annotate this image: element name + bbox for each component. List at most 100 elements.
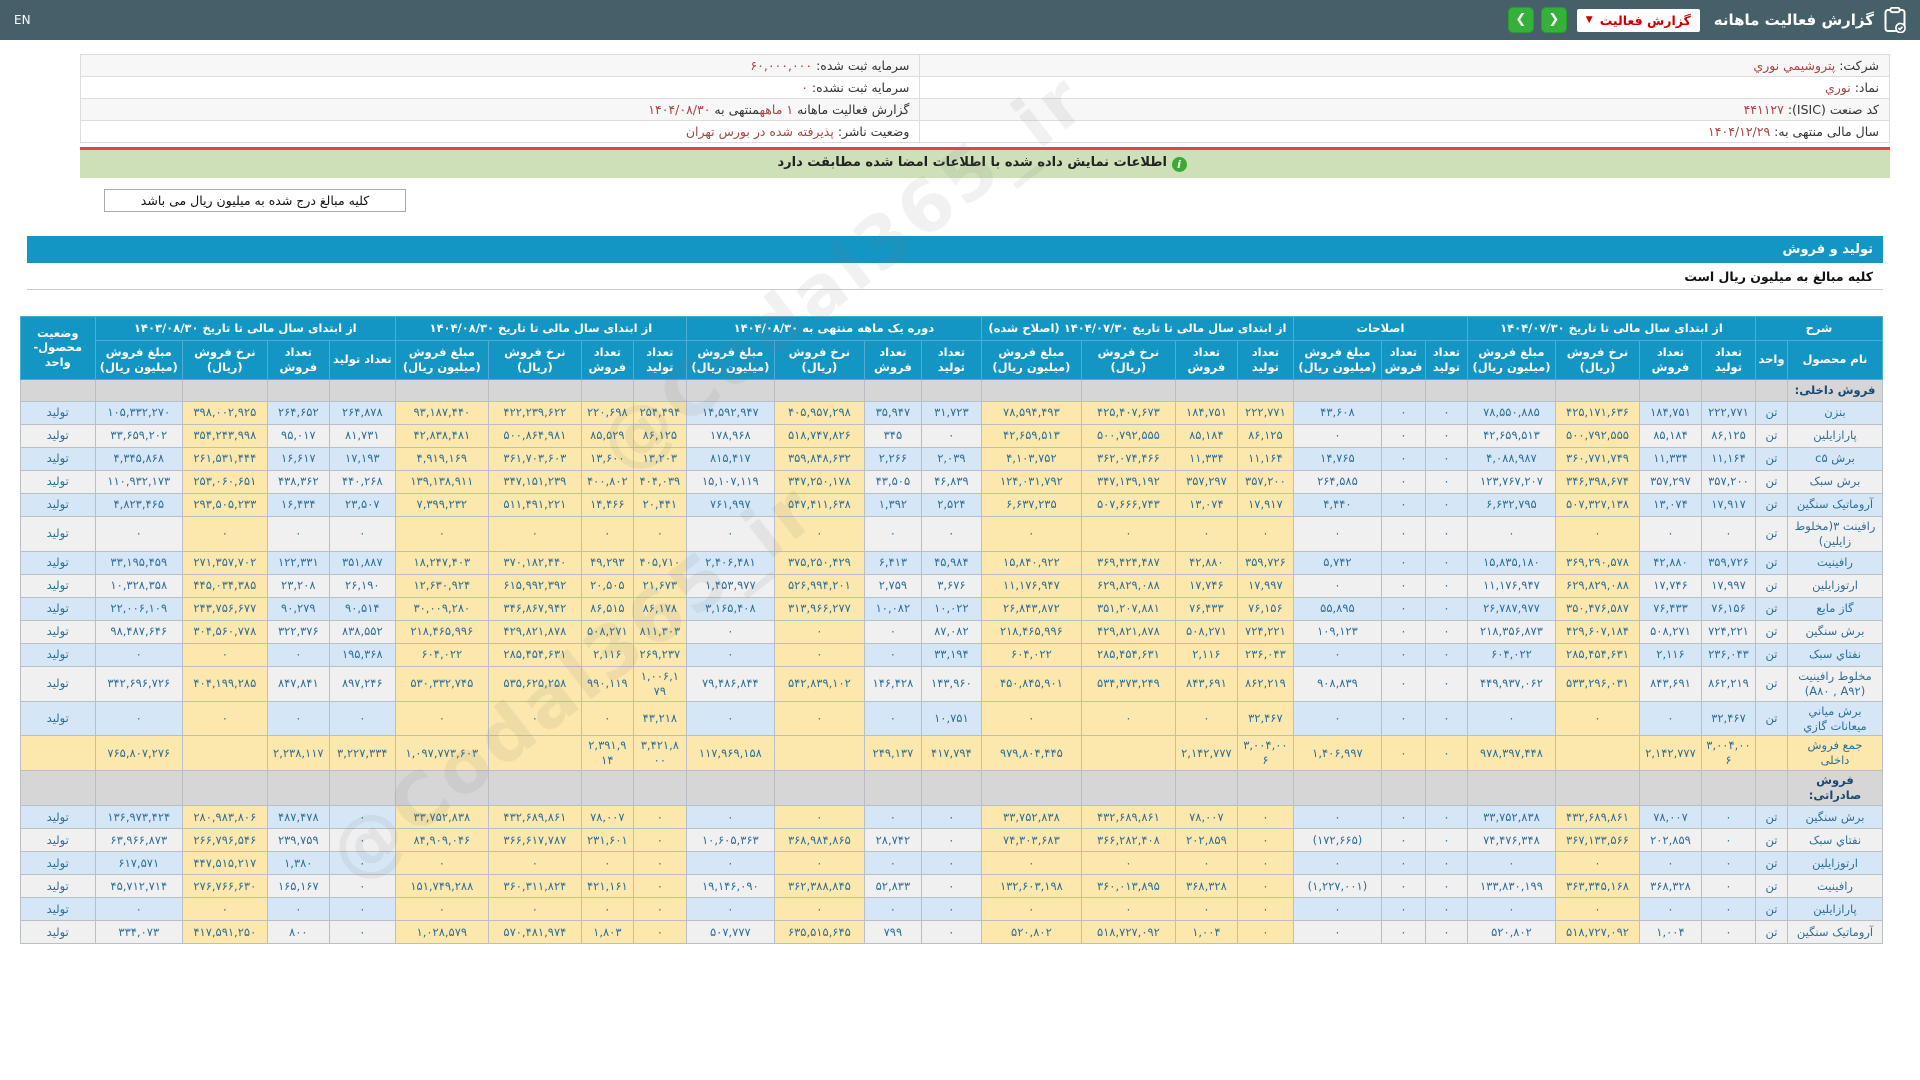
value-cell-g3-produced: ۰ <box>1236 851 1294 876</box>
value-cell-g1-sold: ۴۲,۸۸۰ <box>1638 550 1702 575</box>
report-type-dropdown[interactable]: گزارش فعالیت ▼ <box>1576 8 1700 32</box>
value-cell-g3-amount: ۴۵۰,۸۴۵,۹۰۱ <box>980 665 1082 702</box>
section-empty-cell <box>980 770 1082 807</box>
section-empty-cell <box>1466 770 1556 807</box>
column-header-g3-amount: مبلغ فروش (میلیون ریال) <box>980 339 1082 380</box>
info-value: ۱۴۰۴/۱۲/۲۹ <box>1708 124 1771 139</box>
column-group-g2: اصلاحات <box>1292 316 1468 341</box>
value-cell-g1-sold: ۲,۱۴۲,۷۷۷ <box>1638 735 1702 772</box>
section-empty-cell <box>394 770 489 807</box>
value-cell-g4-rate: ۴۰۵,۹۵۷,۲۹۸ <box>773 400 865 425</box>
value-cell-g6-sold: ۱,۳۸۰ <box>266 851 330 876</box>
value-cell-g4-amount: ۷۶۱,۹۹۷ <box>685 492 775 517</box>
value-cell-g6-produced: ۱۹۵,۳۶۸ <box>328 642 396 667</box>
column-header-g2-amount: مبلغ فروش (میلیون ریال) <box>1292 339 1382 380</box>
section-empty-cell <box>1466 378 1556 402</box>
value-cell-g4-sold: ۵۲,۸۳۳ <box>863 874 922 899</box>
unit-cell: تن <box>1754 874 1789 899</box>
value-cell-g3-sold: ۱۸۴,۷۵۱ <box>1174 400 1238 425</box>
value-cell-g5-rate: ۰ <box>487 851 582 876</box>
value-cell-g2-sold: ۰ <box>1380 400 1426 425</box>
value-cell-g2-produced: ۰ <box>1424 573 1468 598</box>
value-cell-g1-sold: ۰ <box>1638 515 1702 552</box>
value-cell-g1-rate: ۳۶۳,۳۴۵,۱۶۸ <box>1554 874 1640 899</box>
value-cell-g4-rate: ۳۶۲,۳۸۸,۸۴۵ <box>773 874 865 899</box>
value-cell-g3-amount: ۳۳,۷۵۲,۸۳۸ <box>980 805 1082 830</box>
value-cell-g6-amount: ۰ <box>94 515 183 552</box>
value-cell-g5-sold: ۴۰۰,۸۰۲ <box>580 469 634 494</box>
column-header-g3-rate: نرخ فروش (ریال) <box>1080 339 1176 380</box>
value-cell-g4-sold: ۰ <box>863 642 922 667</box>
value-cell-g5-amount: ۸۴,۹۰۹,۰۴۶ <box>394 828 489 853</box>
value-cell-g6-produced: ۰ <box>328 851 396 876</box>
value-cell-g5-amount: ۰ <box>394 700 489 737</box>
next-report-button[interactable]: ❯ <box>1507 7 1534 33</box>
signed-info-notice-text: اطلاعات نمایش داده شده با اطلاعات امضا ش… <box>777 155 1167 170</box>
language-toggle-en[interactable]: EN <box>14 13 31 27</box>
value-cell-g3-amount: ۰ <box>980 700 1082 737</box>
value-cell-g5-rate: ۳۷۰,۱۸۲,۴۴۰ <box>487 550 582 575</box>
section-empty-cell <box>773 378 865 402</box>
value-cell-g5-sold: ۱۴,۴۶۶ <box>580 492 634 517</box>
value-cell-g6-produced: ۲۶۴,۸۷۸ <box>328 400 396 425</box>
value-cell-g1-sold: ۷۸,۰۰۷ <box>1638 805 1702 830</box>
value-cell-g4-rate: ۳۵۹,۸۴۸,۶۳۲ <box>773 446 865 471</box>
info-cell-left: سرمایه ثبت شده: ۶۰,۰۰۰,۰۰۰ <box>79 54 921 77</box>
value-cell-g4-produced: ۸۷,۰۸۲ <box>920 619 982 644</box>
previous-report-button[interactable]: ❮ <box>1540 7 1567 33</box>
value-cell-g3-sold: ۰ <box>1174 515 1238 552</box>
value-cell-g3-amount: ۷۴,۳۰۳,۶۸۳ <box>980 828 1082 853</box>
value-cell-g1-produced: ۱۷,۹۹۷ <box>1700 573 1756 598</box>
value-cell-g6-rate: ۲۴۳,۷۵۶,۶۷۷ <box>181 596 268 621</box>
status-cell: تولید <box>19 805 96 830</box>
section-label: فروش داخلی: <box>1787 378 1883 402</box>
info-cell-left: وضعیت ناشر: پذیرفته شده در بورس تهران <box>79 120 921 143</box>
value-cell-g2-amount: ۰ <box>1292 642 1382 667</box>
value-cell-g2-produced: ۰ <box>1424 897 1468 922</box>
status-cell: تولید <box>19 897 96 922</box>
status-cell: تولید <box>19 642 96 667</box>
value-cell-g2-produced: ۰ <box>1424 400 1468 425</box>
value-cell-g4-amount: ۱۱۷,۹۶۹,۱۵۸ <box>685 735 775 772</box>
value-cell-g3-amount: ۵۲۰,۸۰۲ <box>980 920 1082 945</box>
value-cell-g1-amount: ۱۱,۱۷۶,۹۴۷ <box>1466 573 1556 598</box>
value-cell-g2-sold: ۰ <box>1380 515 1426 552</box>
value-cell-g3-sold: ۱۳,۰۷۴ <box>1174 492 1238 517</box>
value-cell-g4-amount: ۱,۴۵۳,۹۷۷ <box>685 573 775 598</box>
value-cell-g6-rate: ۰ <box>181 642 268 667</box>
column-header-g1-produced: تعداد تولید <box>1700 339 1756 380</box>
value-cell-g2-amount: ۵,۷۴۲ <box>1292 550 1382 575</box>
column-header-g1-rate: نرخ فروش (ریال) <box>1554 339 1640 380</box>
unit-cell <box>1754 735 1789 772</box>
value-cell-g1-sold: ۱۱,۳۳۴ <box>1638 446 1702 471</box>
info-value: پذیرفته شده در بورس تهران <box>685 124 834 139</box>
value-cell-g3-sold: ۵۰۸,۲۷۱ <box>1174 619 1238 644</box>
column-header-g3-sold: تعداد فروش <box>1174 339 1238 380</box>
value-cell-g3-produced: ۲۲۲,۷۷۱ <box>1236 400 1294 425</box>
value-cell-g5-rate: ۰ <box>487 897 582 922</box>
value-cell-g6-amount: ۳۳,۱۹۵,۴۵۹ <box>94 550 183 575</box>
value-cell-g2-amount: (۱,۲۲۷,۰۰۱) <box>1292 874 1382 899</box>
product-name-cell: برش c۵ <box>1787 446 1883 471</box>
value-cell-g6-sold: ۰ <box>266 642 330 667</box>
value-cell-g6-rate: ۳۰۴,۵۶۰,۷۷۸ <box>181 619 268 644</box>
value-cell-g6-sold: ۸۰۰ <box>266 920 330 945</box>
value-cell-g5-rate: ۰ <box>487 700 582 737</box>
value-cell-g5-sold: ۴۹,۲۹۳ <box>580 550 634 575</box>
value-cell-g5-amount: ۰ <box>394 851 489 876</box>
value-cell-g1-produced: ۳۲,۴۶۷ <box>1700 700 1756 737</box>
value-cell-g2-produced: ۰ <box>1424 828 1468 853</box>
value-cell-g6-sold: ۱۲۲,۳۳۱ <box>266 550 330 575</box>
status-cell: تولید <box>19 596 96 621</box>
status-cell: تولید <box>19 423 96 448</box>
value-cell-g5-produced: ۲۰,۴۴۱ <box>632 492 687 517</box>
value-cell-g6-sold: ۲۳,۲۰۸ <box>266 573 330 598</box>
value-cell-g1-produced: ۱۱,۱۶۴ <box>1700 446 1756 471</box>
value-cell-g5-amount: ۴,۹۱۹,۱۶۹ <box>394 446 489 471</box>
value-cell-g4-produced: ۲,۰۳۹ <box>920 446 982 471</box>
product-name-cell: ارتوزایلین <box>1787 851 1883 876</box>
value-cell-g1-rate: ۳۴۶,۳۹۸,۶۷۴ <box>1554 469 1640 494</box>
value-cell-g4-rate: ۰ <box>773 642 865 667</box>
value-cell-g2-produced: ۰ <box>1424 642 1468 667</box>
unit-cell: تن <box>1754 492 1789 517</box>
